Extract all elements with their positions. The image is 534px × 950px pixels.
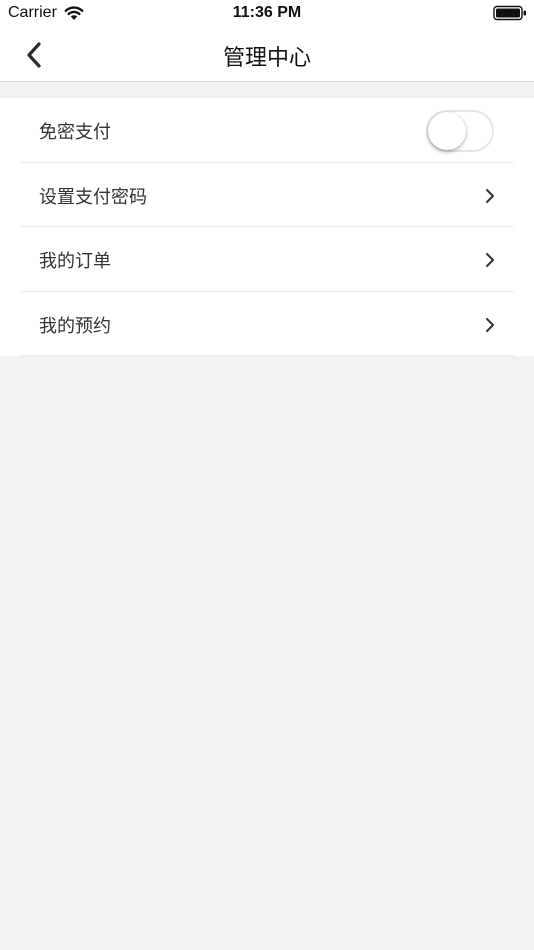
row-my-orders[interactable]: 我的订单 <box>20 227 514 292</box>
page-title: 管理中心 <box>222 46 311 71</box>
status-time: 11:36 PM <box>232 4 302 21</box>
battery-icon <box>493 5 527 21</box>
row-label: 我的订单 <box>39 251 111 272</box>
chevron-right-icon <box>486 253 494 267</box>
row-password-free-payment: 免密支付 <box>20 98 514 163</box>
row-label: 免密支付 <box>39 122 111 143</box>
toggle-knob <box>428 112 466 150</box>
password-free-toggle[interactable] <box>426 110 494 152</box>
row-my-appointments[interactable]: 我的预约 <box>20 292 514 356</box>
row-set-payment-password[interactable]: 设置支付密码 <box>20 163 514 227</box>
status-bar: Carrier 11:36 PM <box>0 0 534 28</box>
navigation-bar: 管理中心 <box>0 28 534 82</box>
row-label: 设置支付密码 <box>39 186 147 208</box>
screen: Carrier 11:36 PM 管理中心 免密支付 设置支付密码 我的订单 我… <box>0 0 534 950</box>
settings-list: 免密支付 设置支付密码 我的订单 我的预约 <box>0 98 534 356</box>
chevron-right-icon <box>486 317 494 332</box>
row-label: 我的预约 <box>39 315 111 337</box>
chevron-right-icon <box>486 188 494 203</box>
